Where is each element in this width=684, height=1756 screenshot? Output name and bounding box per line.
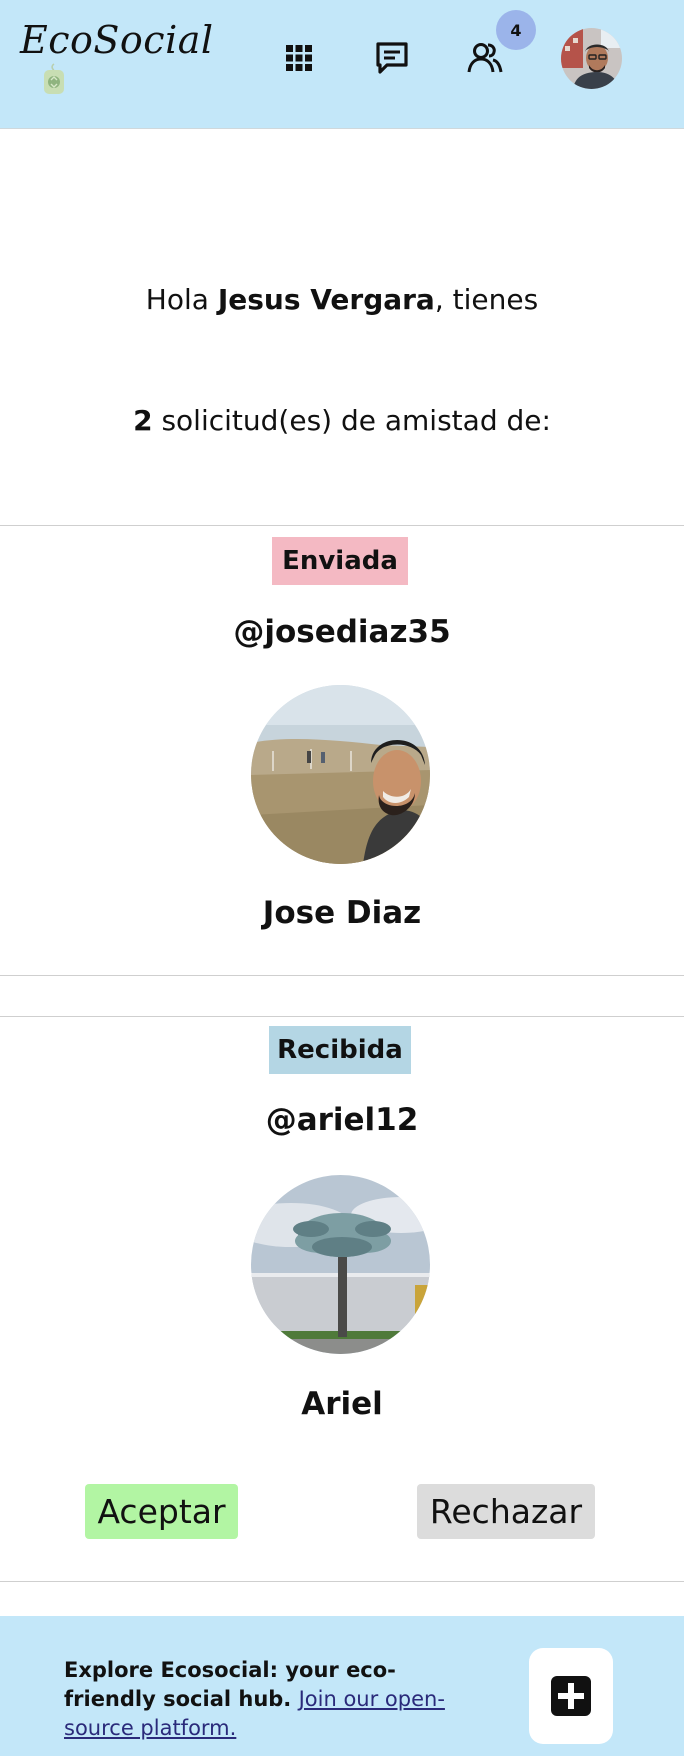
requests-summary: 2 solicitud(es) de amistad de: [0,404,684,437]
brand-logo[interactable]: EcoSocial [20,18,214,62]
request-full-name: Ariel [301,1386,383,1422]
request-count: 2 [133,404,153,437]
chat-icon[interactable] [372,38,412,78]
divider [0,975,684,976]
greeting-suffix: , tienes [434,283,539,316]
friend-request-card: Enviada @josediaz35 Jose Diaz [0,525,684,975]
current-user-name: Jesus Vergara [217,283,435,316]
footer: Explore Ecosocial: your eco-friendly soc… [0,1616,684,1756]
status-badge: Recibida [269,1026,411,1074]
request-full-name: Jose Diaz [262,895,422,931]
greeting-text: Hola Jesus Vergara, tienes [0,283,684,316]
grid-icon[interactable] [279,38,319,78]
request-username[interactable]: @ariel12 [0,1102,684,1138]
requests-summary-text: solicitud(es) de amistad de: [152,404,551,437]
request-avatar[interactable] [251,685,430,864]
greeting-prefix: Hola [145,283,218,316]
add-post-button[interactable] [529,1648,613,1744]
eco-tag-icon [42,62,66,96]
notification-badge[interactable]: 4 [496,10,536,50]
request-avatar[interactable] [251,1175,430,1354]
footer-text: Explore Ecosocial: your eco-friendly soc… [64,1656,484,1743]
top-navbar: EcoSocial 4 [0,0,684,129]
divider [0,1581,684,1582]
plus-square-icon [551,1676,591,1716]
friends-icon[interactable] [465,38,505,78]
status-badge: Enviada [272,537,408,585]
user-avatar[interactable] [561,28,622,89]
friend-request-card: Recibida @ariel12 Ariel Aceptar Rechazar [0,1016,684,1581]
accept-button[interactable]: Aceptar [85,1484,238,1539]
request-username[interactable]: @josediaz35 [0,614,684,650]
reject-button[interactable]: Rechazar [417,1484,595,1539]
